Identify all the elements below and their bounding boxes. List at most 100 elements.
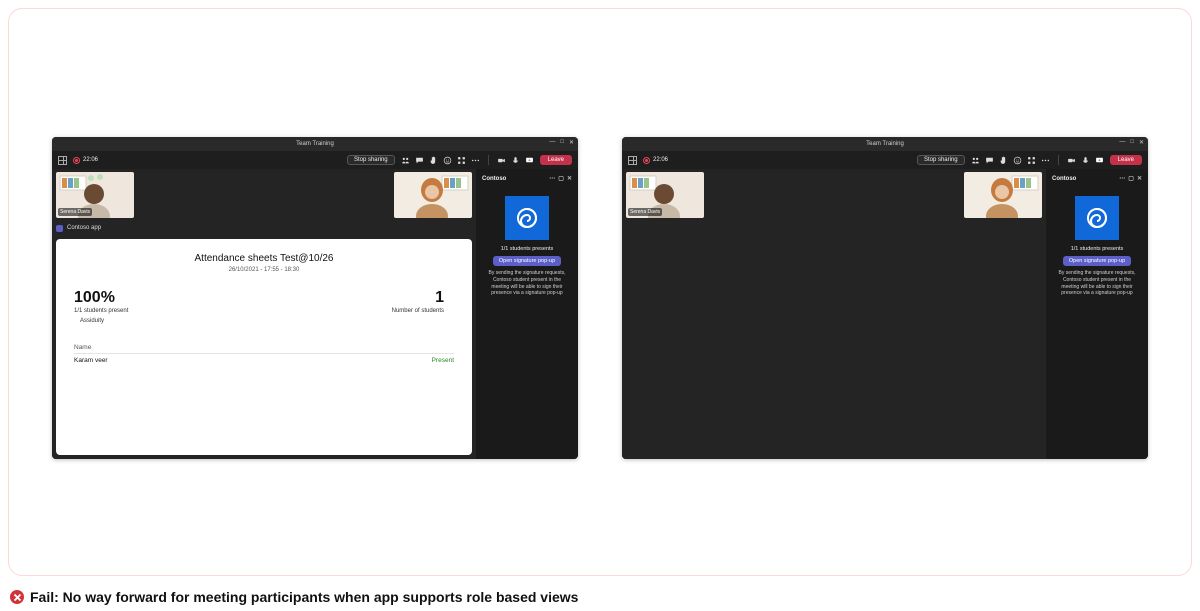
video-strip: Serena Davis (622, 169, 1046, 221)
panel-close-icon[interactable]: ✕ (567, 175, 572, 182)
video-tile[interactable]: Serena Davis (56, 172, 134, 218)
caption: Fail: No way forward for meeting partici… (10, 589, 578, 605)
window-maximize-icon[interactable]: □ (1130, 139, 1134, 146)
toolbar-av-group (497, 156, 534, 165)
stop-sharing-button[interactable]: Stop sharing (917, 155, 965, 165)
table-row: Karam veer Present (74, 354, 454, 367)
side-panel: Contoso ⋯ ▢ ✕ 1/1 students presents Open… (476, 169, 578, 459)
stage-content: Serena Davis (622, 169, 1046, 459)
toolbar-icon-group (971, 156, 1050, 165)
empty-stage (622, 221, 1046, 459)
stat-percent-label: 1/1 students present (74, 308, 259, 314)
spiral-icon (1085, 206, 1109, 230)
share-icon[interactable] (1095, 156, 1104, 165)
panel-more-icon[interactable]: ⋯ (549, 175, 555, 182)
toolbar-divider (1058, 155, 1059, 165)
side-panel-description: By sending the signature requests, Conto… (1050, 270, 1144, 297)
app-tab[interactable]: Contoso app (52, 221, 476, 235)
meeting-stage: Serena Davis (52, 169, 578, 459)
reactions-icon[interactable] (443, 156, 452, 165)
students-count-line: 1/1 students presents (1050, 246, 1144, 252)
spiral-icon (515, 206, 539, 230)
example-frame: Team Training — □ ✕ 22:06 Stop sharing (8, 8, 1192, 576)
side-panel-title: Contoso (482, 176, 506, 182)
toolbar-icon-group (401, 156, 480, 165)
table-header-name: Name (74, 342, 454, 354)
gallery-icon[interactable] (628, 156, 637, 165)
video-tile[interactable]: Serena Davis (626, 172, 704, 218)
meeting-stage: Serena Davis (622, 169, 1148, 459)
window-title: Team Training (296, 141, 334, 147)
stat-count-label: Number of students (259, 308, 444, 314)
open-signature-button[interactable]: Open signature pop-up (493, 256, 561, 266)
participant-avatar (964, 172, 1042, 218)
panel-more-icon[interactable]: ⋯ (1119, 175, 1125, 182)
participant-avatar (394, 172, 472, 218)
window-maximize-icon[interactable]: □ (560, 139, 564, 146)
stat-count: 1 Number of students (259, 289, 454, 324)
window-titlebar: Team Training — □ ✕ (622, 137, 1148, 151)
more-icon[interactable] (1041, 156, 1050, 165)
card-stats: 100% 1/1 students present Assiduity 1 Nu… (74, 289, 454, 324)
window-controls: — □ ✕ (549, 139, 574, 146)
record-icon (643, 157, 650, 164)
recording-timer: 22:06 (643, 157, 668, 164)
gallery-icon[interactable] (58, 156, 67, 165)
record-icon (73, 157, 80, 164)
panel-popout-icon[interactable]: ▢ (1128, 175, 1134, 182)
window-title: Team Training (866, 141, 904, 147)
window-close-icon[interactable]: ✕ (569, 139, 574, 146)
apps-icon[interactable] (1027, 156, 1036, 165)
attendance-table: Name Karam veer Present (74, 342, 454, 367)
screenshot-pair: Team Training — □ ✕ 22:06 Stop sharing (9, 9, 1191, 459)
camera-icon[interactable] (1067, 156, 1076, 165)
window-close-icon[interactable]: ✕ (1139, 139, 1144, 146)
side-panel-header: Contoso ⋯ ▢ ✕ (1050, 173, 1144, 186)
timer-text: 22:06 (83, 157, 98, 163)
more-icon[interactable] (471, 156, 480, 165)
window-controls: — □ ✕ (1119, 139, 1144, 146)
mic-icon[interactable] (511, 156, 520, 165)
people-icon[interactable] (971, 156, 980, 165)
recording-timer: 22:06 (73, 157, 98, 164)
window-minimize-icon[interactable]: — (1119, 139, 1125, 146)
participant-name-label: Serena Davis (58, 208, 92, 216)
mic-icon[interactable] (1081, 156, 1090, 165)
side-panel-title: Contoso (1052, 176, 1076, 182)
raise-hand-icon[interactable] (999, 156, 1008, 165)
video-tile[interactable] (394, 172, 472, 218)
people-icon[interactable] (401, 156, 410, 165)
stage-content: Serena Davis (52, 169, 476, 459)
side-panel-header: Contoso ⋯ ▢ ✕ (480, 173, 574, 186)
row-status: Present (432, 357, 454, 364)
participant-name-label: Serena Davis (628, 208, 662, 216)
stop-sharing-button[interactable]: Stop sharing (347, 155, 395, 165)
raise-hand-icon[interactable] (429, 156, 438, 165)
meeting-toolbar: 22:06 Stop sharing Lea (52, 151, 578, 169)
video-tile[interactable] (964, 172, 1042, 218)
leave-button[interactable]: Leave (1110, 155, 1142, 165)
panel-close-icon[interactable]: ✕ (1137, 175, 1142, 182)
app-tab-icon (56, 225, 63, 232)
card-subtitle: 26/10/2021 - 17:55 - 18:30 (74, 267, 454, 273)
side-panel-description: By sending the signature requests, Conto… (480, 270, 574, 297)
leave-button[interactable]: Leave (540, 155, 572, 165)
toolbar-av-group (1067, 156, 1104, 165)
students-count-line: 1/1 students presents (480, 246, 574, 252)
stat-percent: 100% (74, 289, 259, 307)
timer-text: 22:06 (653, 157, 668, 163)
share-icon[interactable] (525, 156, 534, 165)
chat-icon[interactable] (985, 156, 994, 165)
camera-icon[interactable] (497, 156, 506, 165)
stat-assiduity: 100% 1/1 students present Assiduity (74, 289, 259, 324)
window-minimize-icon[interactable]: — (549, 139, 555, 146)
fail-icon (10, 590, 24, 604)
open-signature-button[interactable]: Open signature pop-up (1063, 256, 1131, 266)
teams-window-left: Team Training — □ ✕ 22:06 Stop sharing (52, 137, 578, 459)
apps-icon[interactable] (457, 156, 466, 165)
window-titlebar: Team Training — □ ✕ (52, 137, 578, 151)
panel-popout-icon[interactable]: ▢ (558, 175, 564, 182)
chat-icon[interactable] (415, 156, 424, 165)
reactions-icon[interactable] (1013, 156, 1022, 165)
caption-text: Fail: No way forward for meeting partici… (30, 589, 578, 605)
